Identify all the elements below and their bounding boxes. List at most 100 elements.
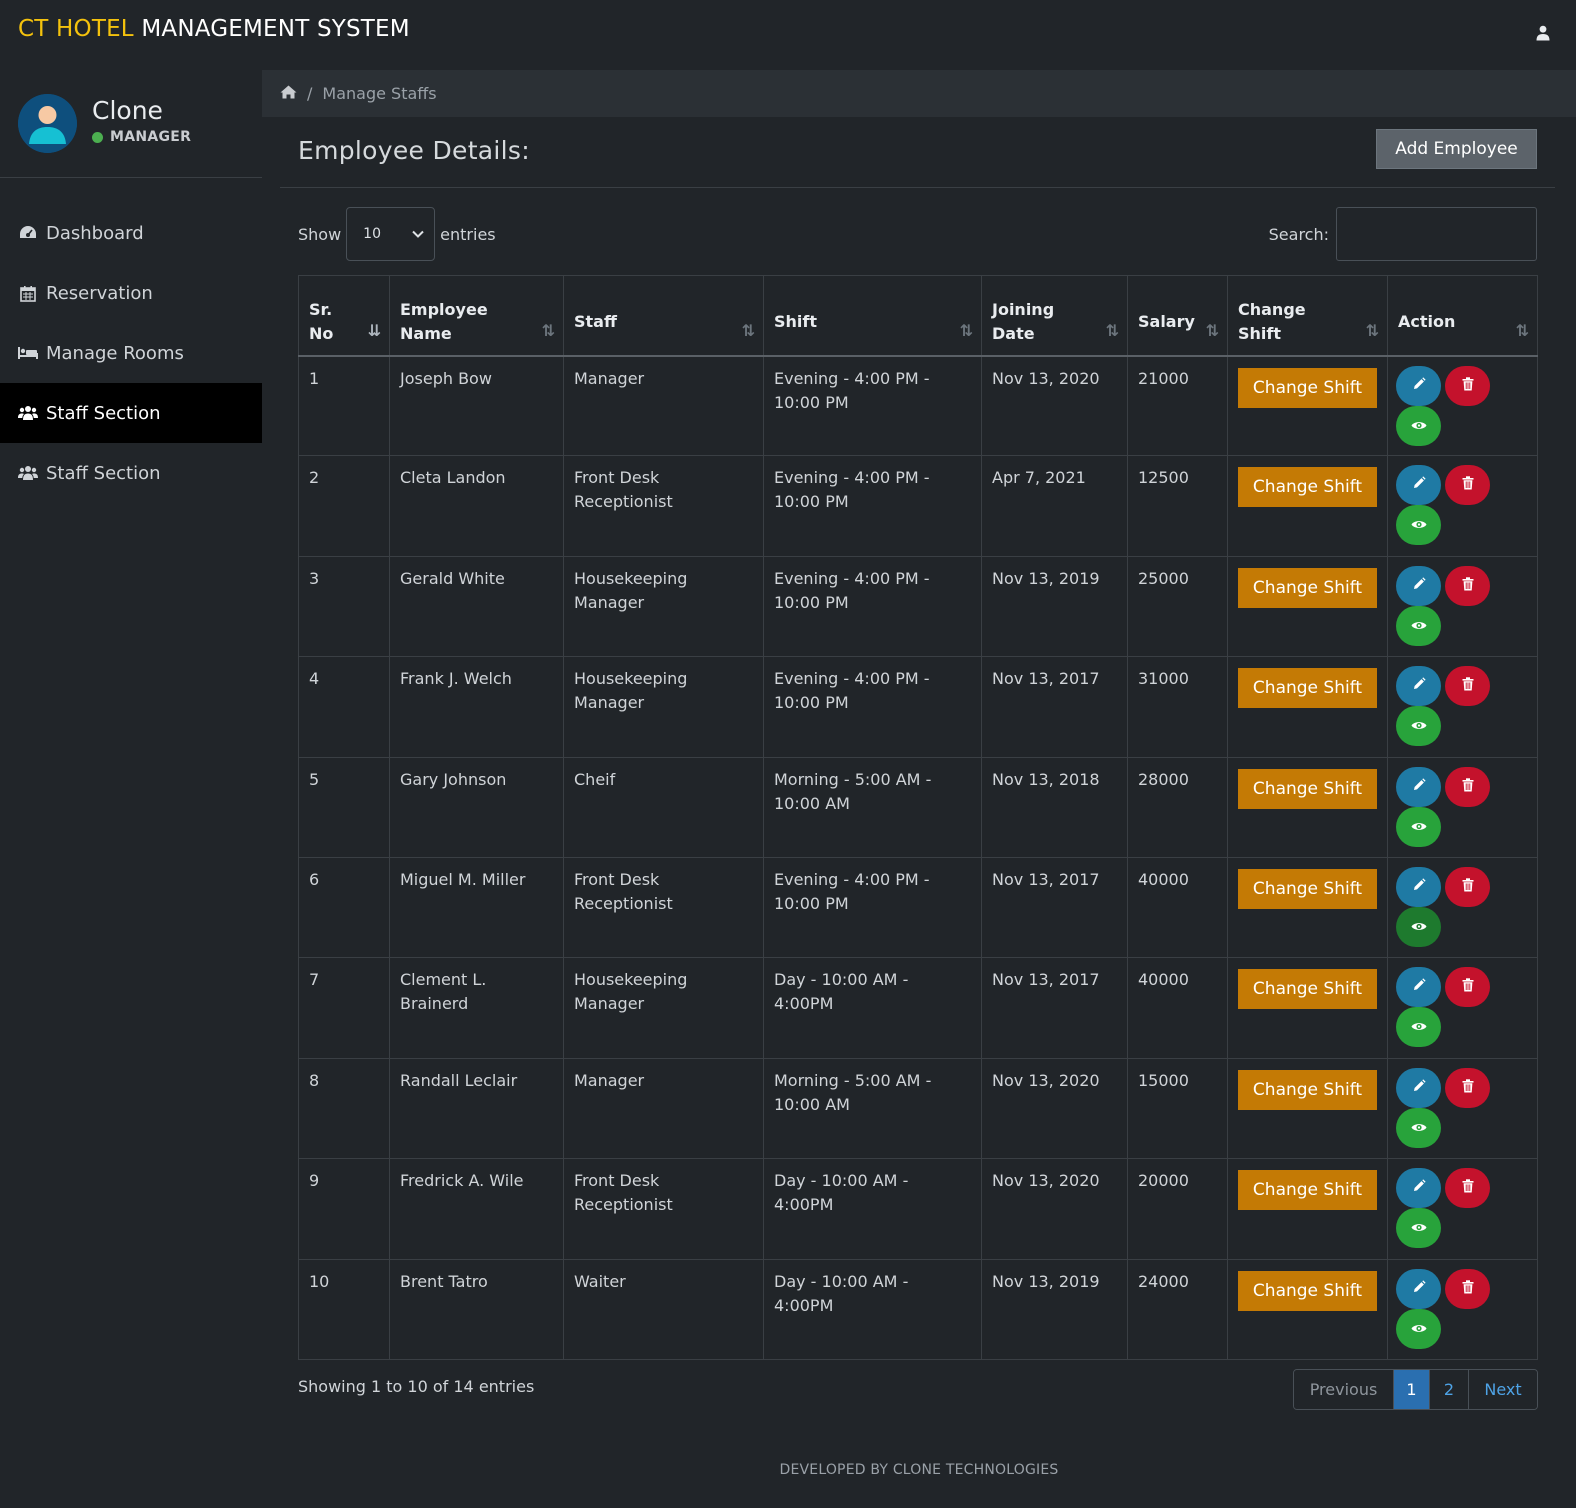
column-header-label: Joining [992, 300, 1055, 320]
column-header-shift[interactable]: Shift ⇅ [763, 275, 982, 356]
change-shift-button[interactable]: Change Shift [1238, 668, 1377, 709]
brand-title[interactable]: CT HOTEL MANAGEMENT SYSTEM [18, 16, 410, 42]
action-cell [1387, 555, 1538, 658]
employee-name-cell: Fredrick A. Wile [389, 1158, 564, 1260]
change-shift-button[interactable]: Change Shift [1238, 969, 1377, 1010]
table-row: 2 Cleta Landon Front Desk Receptionist Even… [298, 455, 1538, 557]
salary-cell: 20000 [1127, 1158, 1228, 1260]
column-header-salary[interactable]: Salary ⇅ [1127, 275, 1228, 356]
sort-icon: ⇅ [1365, 320, 1379, 340]
sidebar-item-reservation[interactable]: Reservation [0, 263, 262, 323]
sr-no-cell: 7 [298, 957, 390, 1059]
employee-name-cell: Frank J. Welch [389, 656, 564, 758]
eye-icon [1411, 414, 1427, 438]
pencil-icon [1412, 574, 1426, 598]
pencil-icon [1412, 1076, 1426, 1100]
delete-button[interactable] [1445, 1168, 1490, 1209]
view-button[interactable] [1396, 1107, 1441, 1148]
view-button[interactable] [1396, 706, 1441, 747]
view-button[interactable] [1396, 405, 1441, 446]
column-header-joining-date[interactable]: Joining Date ⇅ [981, 275, 1128, 356]
edit-button[interactable] [1396, 1168, 1441, 1209]
user-menu-button[interactable] [1528, 16, 1558, 50]
employee-name-cell: Cleta Landon [389, 455, 564, 557]
eye-icon [1411, 513, 1427, 537]
change-shift-button[interactable]: Change Shift [1238, 567, 1377, 608]
change-shift-button[interactable]: Change Shift [1238, 1270, 1377, 1311]
action-cell [1387, 1158, 1538, 1260]
change-shift-button[interactable]: Change Shift [1238, 768, 1377, 809]
profile-panel: Clone MANAGER [0, 63, 262, 178]
column-header-employee-name[interactable]: Employee Name ⇅ [389, 275, 564, 356]
pencil-icon [1412, 1176, 1426, 1200]
sidebar-item-dashboard[interactable]: Dashboard [0, 203, 262, 263]
next-page-button[interactable]: Next [1468, 1370, 1537, 1409]
edit-button[interactable] [1396, 866, 1441, 907]
trash-icon [1462, 674, 1474, 698]
view-button[interactable] [1396, 806, 1441, 847]
delete-button[interactable] [1445, 967, 1490, 1008]
edit-button[interactable] [1396, 365, 1441, 406]
entries-select[interactable]: 10 [346, 207, 436, 261]
delete-button[interactable] [1445, 766, 1490, 807]
change-shift-button[interactable]: Change Shift [1238, 1069, 1377, 1110]
action-cell [1387, 856, 1538, 959]
sidebar-item-staff-section-2[interactable]: Staff Section [0, 443, 262, 503]
edit-button[interactable] [1396, 465, 1441, 506]
trash-icon [1462, 875, 1474, 899]
sr-no-cell: 9 [298, 1158, 390, 1260]
view-button[interactable] [1396, 505, 1441, 546]
column-header-action[interactable]: Action ⇅ [1387, 275, 1538, 356]
sort-icon: ⇅ [541, 320, 555, 340]
column-header-sr-no[interactable]: Sr. No ⇊ [298, 275, 390, 356]
sidebar-item-label: Manage Rooms [46, 342, 184, 364]
salary-cell: 31000 [1127, 656, 1228, 758]
delete-button[interactable] [1445, 565, 1490, 606]
sidebar-item-manage-rooms[interactable]: Manage Rooms [0, 323, 262, 383]
users-icon [18, 463, 38, 483]
view-button[interactable] [1396, 1007, 1441, 1048]
edit-button[interactable] [1396, 1268, 1441, 1309]
view-button[interactable] [1396, 1308, 1441, 1349]
employee-name-cell: Miguel M. Miller [389, 856, 564, 959]
previous-page-button[interactable]: Previous [1294, 1370, 1393, 1409]
change-shift-button[interactable]: Change Shift [1238, 1170, 1377, 1211]
delete-button[interactable] [1445, 365, 1490, 406]
delete-button[interactable] [1445, 866, 1490, 907]
edit-button[interactable] [1396, 967, 1441, 1008]
change-shift-button[interactable]: Change Shift [1238, 467, 1377, 508]
sr-no-cell: 10 [298, 1258, 390, 1360]
change-shift-button[interactable]: Change Shift [1238, 367, 1377, 408]
delete-button[interactable] [1445, 1067, 1490, 1108]
page-button-1[interactable]: 1 [1393, 1370, 1429, 1409]
shift-cell: Evening - 4:00 PM - 10:00 PM [763, 455, 982, 557]
edit-button[interactable] [1396, 1067, 1441, 1108]
add-employee-button[interactable]: Add Employee [1376, 129, 1537, 169]
sr-no-cell: 5 [298, 756, 390, 858]
salary-cell: 28000 [1127, 756, 1228, 858]
edit-button[interactable] [1396, 565, 1441, 606]
pencil-icon [1412, 674, 1426, 698]
view-button[interactable] [1396, 1208, 1441, 1249]
eye-icon [1411, 1116, 1427, 1140]
sidebar-item-staff-section[interactable]: Staff Section [0, 383, 262, 443]
column-header-staff[interactable]: Staff ⇅ [563, 275, 764, 356]
pencil-icon [1412, 975, 1426, 999]
delete-button[interactable] [1445, 1268, 1490, 1309]
sort-icon: ⇅ [959, 320, 973, 340]
change-shift-button[interactable]: Change Shift [1238, 868, 1377, 909]
page-button-2[interactable]: 2 [1429, 1370, 1468, 1409]
delete-button[interactable] [1445, 465, 1490, 506]
column-header-change-shift[interactable]: Change Shift ⇅ [1227, 275, 1388, 356]
salary-cell: 24000 [1127, 1258, 1228, 1360]
search-input[interactable] [1336, 207, 1537, 261]
view-button[interactable] [1396, 605, 1441, 646]
view-button[interactable] [1396, 906, 1441, 947]
salary-cell: 12500 [1127, 455, 1228, 557]
edit-button[interactable] [1396, 666, 1441, 707]
sr-no-cell: 1 [298, 354, 390, 457]
delete-button[interactable] [1445, 666, 1490, 707]
trash-icon [1462, 775, 1474, 799]
home-icon[interactable] [280, 84, 297, 103]
edit-button[interactable] [1396, 766, 1441, 807]
